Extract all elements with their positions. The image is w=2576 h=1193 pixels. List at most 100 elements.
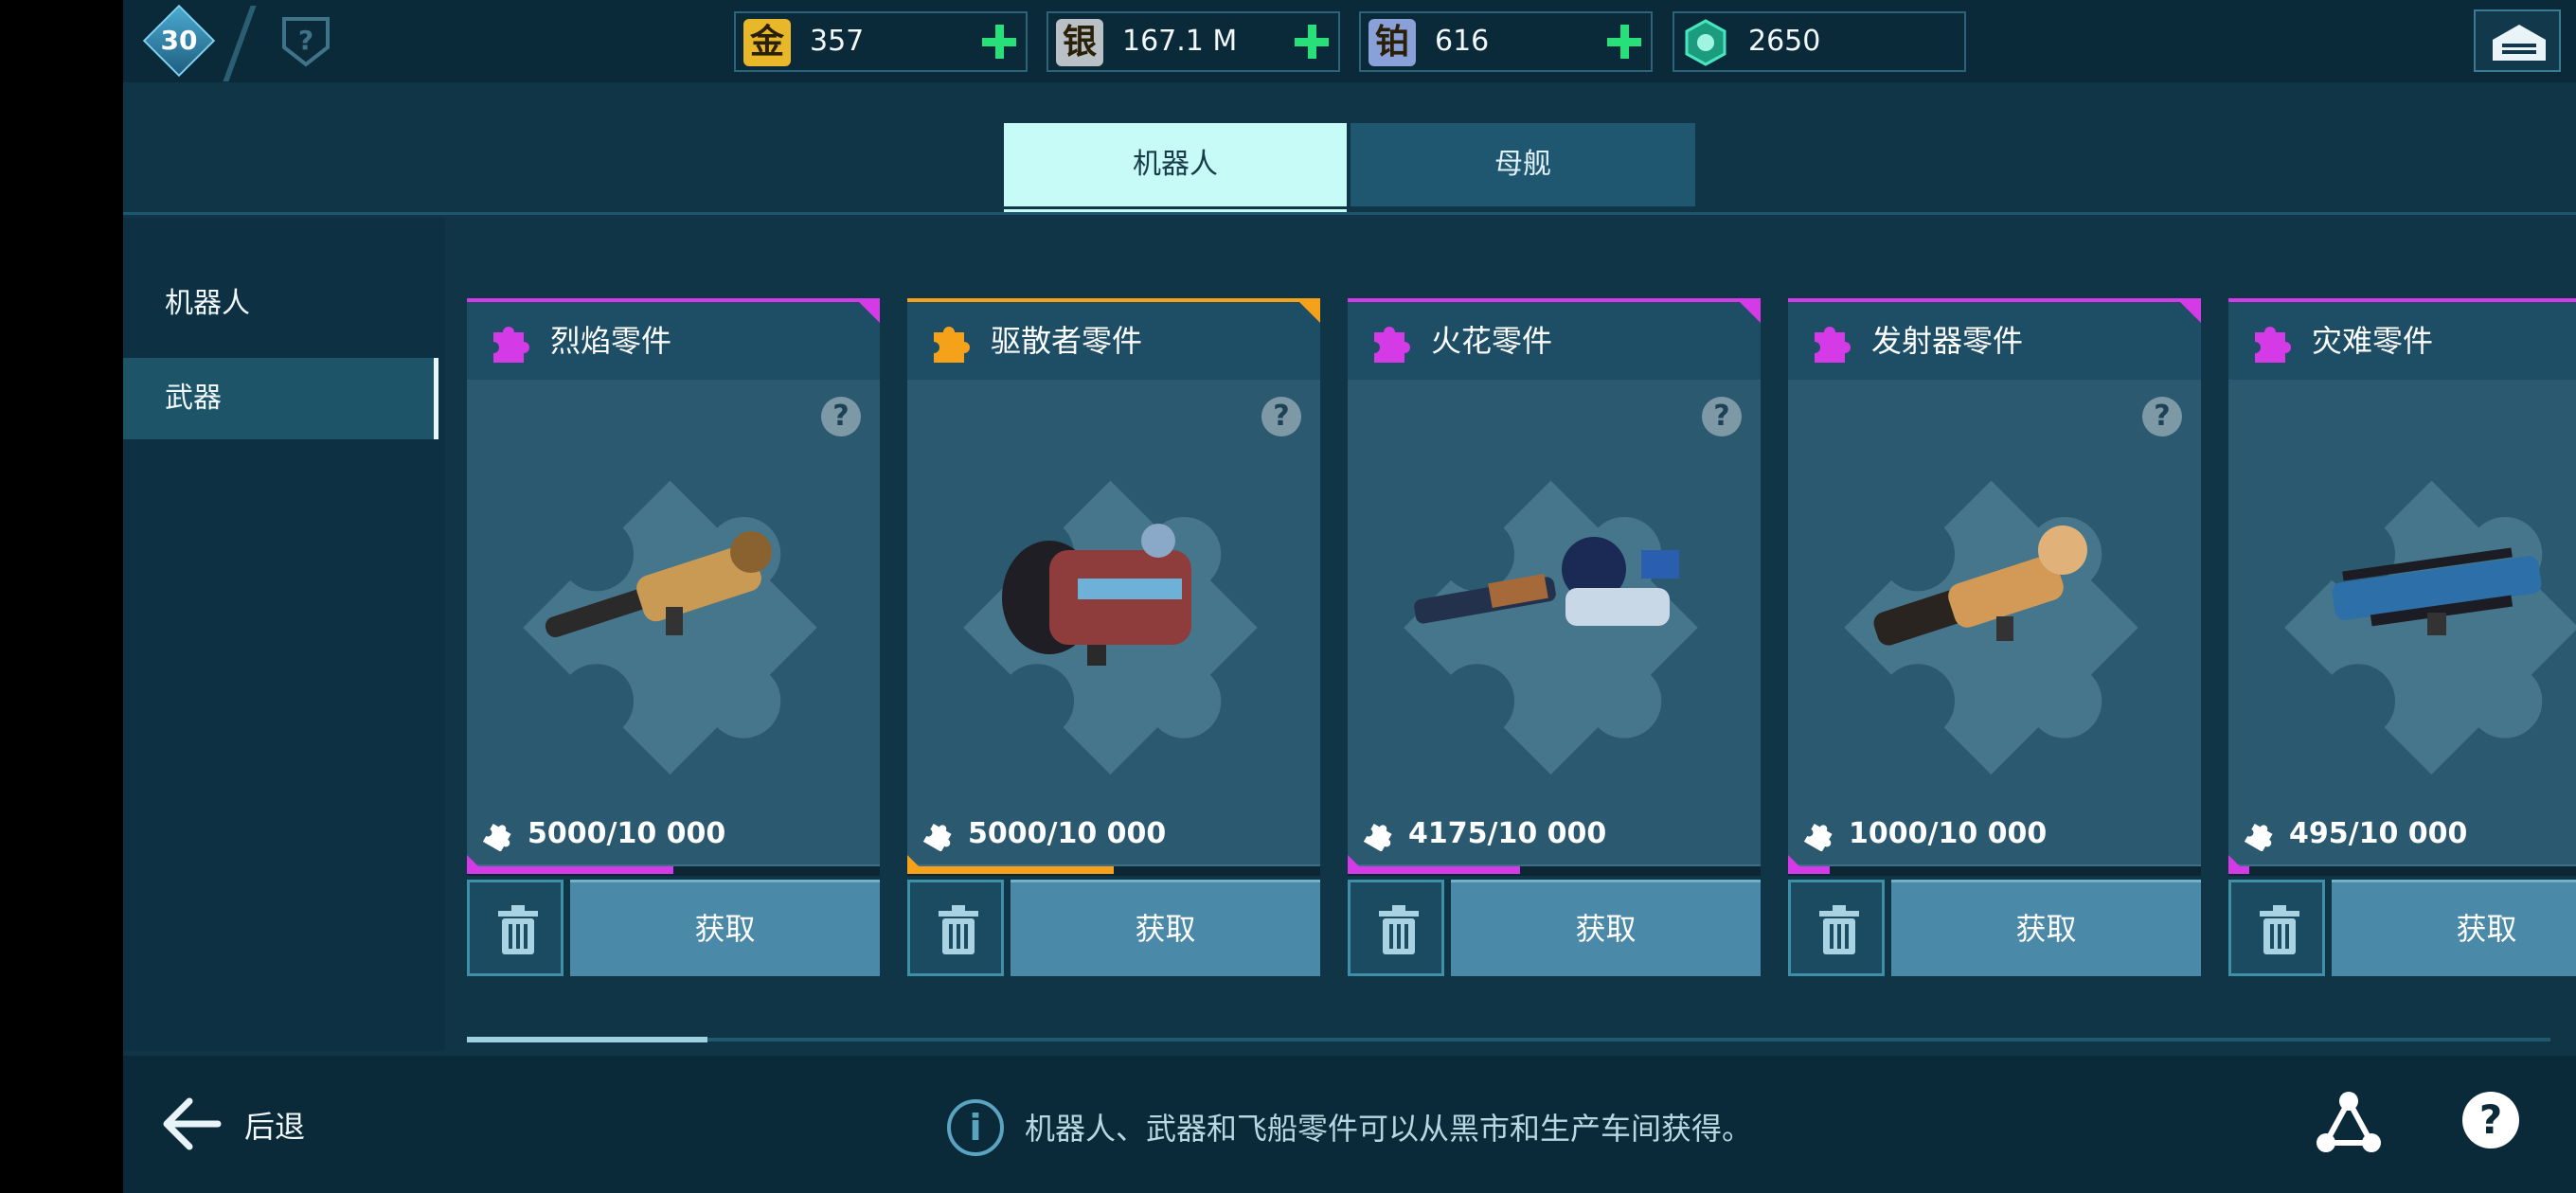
part-count: 1000/10 000: [1849, 817, 2048, 850]
silver-resource: 银 167.1 M: [1046, 11, 1340, 72]
puzzle-count-icon: [1363, 824, 1392, 851]
arrow-left-icon: [163, 1097, 222, 1150]
card-header: 火花零件: [1348, 298, 1761, 380]
delete-button[interactable]: [907, 880, 1004, 976]
help-button[interactable]: ?: [2462, 1092, 2519, 1148]
side-nav: 机器人 武器: [123, 218, 445, 1051]
hangar-button[interactable]: [2474, 9, 2561, 72]
hangar-icon: [2493, 25, 2546, 61]
delete-button[interactable]: [1788, 880, 1885, 976]
add-silver-button[interactable]: [1295, 25, 1329, 59]
part-card[interactable]: 发射器零件 ? 1000/10 000 获取: [1788, 298, 2201, 976]
rarity-corner: [1296, 298, 1320, 323]
app-window: 30 ? 金 357 银 167.1 M 铂 616 2650 机器人 母舰 机…: [123, 0, 2576, 1193]
sidenav-item-weapons[interactable]: 武器: [123, 358, 438, 439]
spark-weapon-image: [1414, 537, 1679, 626]
shield-question-icon[interactable]: ?: [280, 15, 331, 68]
puzzle-piece-icon: [1815, 327, 1851, 363]
launcher-weapon-image: [1873, 525, 2087, 646]
player-level: 30: [160, 25, 198, 56]
info-icon: i: [947, 1099, 1004, 1156]
obtain-button[interactable]: 获取: [2332, 880, 2576, 976]
part-name: 烈焰零件: [550, 323, 672, 359]
key-token-resource: 2650: [1673, 11, 1966, 72]
platinum-resource: 铂 616: [1359, 11, 1653, 72]
part-count: 5000/10 000: [528, 817, 726, 850]
bottom-bar: 后退 i 机器人、武器和飞船零件可以从黑市和生产车间获得。 ?: [123, 1056, 2576, 1193]
progress-bar: [467, 855, 880, 876]
progress-bar: [907, 855, 1320, 876]
part-count: 495/10 000: [2289, 817, 2468, 850]
calamity-weapon-image: [2332, 547, 2542, 635]
back-label: 后退: [244, 1109, 306, 1145]
parts-card-list: 烈焰零件 ? 5000/10 000 获取 驱散者零件 ? 5000/10 00…: [467, 298, 2576, 980]
horizontal-scroll-track[interactable]: [467, 1038, 2550, 1042]
obtain-button[interactable]: 获取: [1891, 880, 2201, 976]
platinum-icon: 铂: [1368, 19, 1416, 66]
help-icon[interactable]: ?: [1702, 397, 1742, 436]
trash-icon: [498, 905, 538, 954]
progress-bar: [1788, 855, 2201, 876]
delete-button[interactable]: [1348, 880, 1444, 976]
card-body: ? 1000/10 000: [1788, 380, 2201, 864]
trash-icon: [2260, 905, 2299, 954]
puzzle-piece-icon: [2255, 327, 2291, 363]
gold-icon: 金: [743, 19, 791, 66]
card-header: 驱散者零件: [907, 298, 1320, 380]
delete-button[interactable]: [467, 880, 564, 976]
card-body: ? 4175/10 000: [1348, 380, 1761, 864]
platinum-amount: 616: [1435, 25, 1490, 58]
add-platinum-button[interactable]: [1607, 25, 1641, 59]
progress-fill: [467, 866, 673, 874]
divider: [223, 6, 257, 81]
tab-robots[interactable]: 机器人: [1004, 123, 1347, 214]
progress-fill: [907, 866, 1114, 874]
delete-button[interactable]: [2228, 880, 2325, 976]
puzzle-piece-icon: [493, 327, 529, 363]
tab-mothership[interactable]: 母舰: [1351, 123, 1695, 206]
rarity-corner: [2176, 298, 2201, 323]
part-card[interactable]: 烈焰零件 ? 5000/10 000 获取: [467, 298, 880, 976]
puzzle-count-icon: [2244, 824, 2273, 851]
part-name: 驱散者零件: [991, 323, 1143, 359]
card-header: 发射器零件: [1788, 298, 2201, 380]
help-icon[interactable]: ?: [821, 397, 861, 436]
card-body: ? 5000/10 000: [467, 380, 880, 864]
puzzle-count-icon: [482, 824, 511, 851]
card-body: ? 495/10 000: [2228, 380, 2576, 864]
part-card[interactable]: 驱散者零件 ? 5000/10 000 获取: [907, 298, 1320, 976]
player-level-badge[interactable]: 30: [142, 4, 216, 78]
part-count: 5000/10 000: [968, 817, 1167, 850]
part-card[interactable]: 灾难零件 ? 495/10 000: [2228, 298, 2576, 976]
obtain-button[interactable]: 获取: [1451, 880, 1761, 976]
part-name: 灾难零件: [2312, 323, 2434, 359]
part-card[interactable]: 火花零件 ? 4175/10 000 获取: [1348, 298, 1761, 976]
puzzle-count-icon: [922, 824, 952, 851]
obtain-button[interactable]: 获取: [1011, 880, 1320, 976]
obtain-button[interactable]: 获取: [570, 880, 880, 976]
trash-icon: [1379, 905, 1419, 954]
flame-weapon-image: [545, 531, 772, 638]
silver-amount: 167.1 M: [1122, 25, 1238, 58]
card-header: 灾难零件: [2228, 298, 2576, 380]
rarity-corner: [855, 298, 880, 323]
svg-text:?: ?: [298, 25, 313, 56]
progress-bar: [2228, 855, 2576, 876]
progress-fill: [1788, 866, 1830, 874]
gold-amount: 357: [810, 25, 865, 58]
help-icon[interactable]: ?: [2142, 397, 2182, 436]
card-body: ? 5000/10 000: [907, 380, 1320, 864]
puzzle-count-icon: [1803, 824, 1833, 851]
part-name: 火花零件: [1431, 323, 1553, 359]
share-network-icon[interactable]: [2313, 1088, 2385, 1160]
horizontal-scroll-thumb[interactable]: [467, 1037, 707, 1042]
sidenav-item-robots[interactable]: 机器人: [123, 263, 438, 345]
add-gold-button[interactable]: [982, 25, 1016, 59]
top-bar: 30 ? 金 357 银 167.1 M 铂 616 2650: [123, 0, 2576, 82]
rarity-corner: [1736, 298, 1761, 323]
puzzle-piece-icon: [934, 327, 970, 363]
card-header: 烈焰零件: [467, 298, 880, 380]
help-icon[interactable]: ?: [1261, 397, 1301, 436]
key-token-icon: [1685, 19, 1726, 66]
trash-icon: [1819, 905, 1859, 954]
